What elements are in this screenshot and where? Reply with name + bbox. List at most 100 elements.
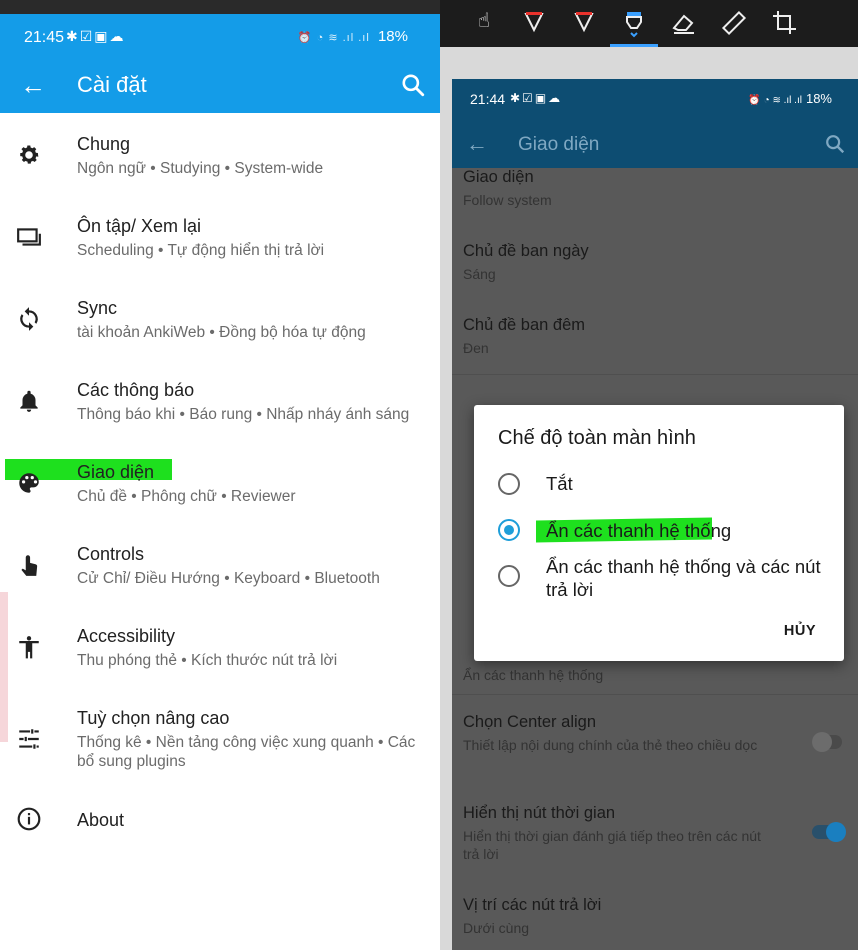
item-title: About (77, 810, 125, 830)
back-arrow-icon[interactable]: ← (20, 72, 48, 100)
app-bar: ← Cài đặt (0, 60, 440, 113)
item-subtitle: Chủ đề • Phông chữ • Reviewer (77, 488, 296, 505)
hand-touch-icon[interactable]: ☝ (470, 8, 498, 38)
radio-button[interactable] (498, 565, 520, 587)
show-timer-toggle[interactable] (812, 822, 846, 842)
page-title: Cài đặt (77, 72, 147, 97)
settings-item-review[interactable]: Ôn tập/ Xem lại Scheduling • Tự động hiể… (0, 210, 440, 292)
bell-icon (20, 390, 38, 412)
pref-title: Hiển thị nút thời gian (463, 804, 616, 822)
gear-icon (20, 145, 39, 164)
item-subtitle: tài khoản AnkiWeb • Đồng bộ hóa tự động (77, 324, 366, 341)
option-hide-system-and-answer[interactable]: Ẩn các thanh hệ thống và các nút trả lời (498, 555, 828, 605)
eraser-icon[interactable] (670, 8, 698, 38)
signal-icon: ⏰ ◔ ≋ .ıl .ıl (748, 95, 802, 106)
pen-red-icon[interactable] (520, 8, 548, 38)
item-title: Các thông báo (77, 380, 195, 400)
pref-summary: Đen (463, 340, 489, 356)
battery-label: 18% (377, 28, 408, 45)
screenshot-editor: ☝ 21:44 ✱☑▣☁ ⏰ ◔ ≋ .ıl .ıl 18% ← Giao diệ… (440, 0, 858, 950)
battery-label: 18% (805, 91, 832, 106)
item-subtitle: Cử Chỉ/ Điều Hướng • Keyboard • Bluetoot… (77, 570, 380, 587)
signal-icon: ⏰ ◔ ≋ .ıl .ıl (297, 32, 370, 44)
option-off[interactable]: Tắt (498, 471, 828, 497)
back-arrow-icon[interactable]: ← (466, 131, 488, 157)
option-label: Ẩn các thanh hệ thống và các nút trả lời (546, 556, 821, 600)
active-tool-indicator (610, 44, 658, 47)
pref-summary: Ẩn các thanh hệ thống (463, 667, 604, 683)
editor-toolbar: ☝ (440, 0, 858, 47)
fullscreen-mode-dialog: Chế độ toàn màn hình Tắt Ẩn các thanh hệ… (474, 405, 844, 661)
status-right: ⏰ ◔ ≋ .ıl .ıl 18% (748, 91, 832, 106)
settings-item-about[interactable]: About (0, 800, 440, 840)
notification-icons: ✱☑▣☁ (66, 28, 126, 44)
accessibility-icon (19, 636, 39, 659)
palette-icon (19, 473, 39, 493)
search-icon[interactable] (824, 133, 846, 155)
item-subtitle: Ngôn ngữ • Studying • System-wide (77, 160, 324, 177)
status-time: 21:44 (470, 91, 506, 107)
status-time: 21:45 (24, 29, 65, 46)
settings-item-sync[interactable]: Sync tài khoản AnkiWeb • Đồng bộ hóa tự … (0, 292, 440, 374)
right-phone-screen: 21:44 ✱☑▣☁ ⏰ ◔ ≋ .ıl .ıl 18% ← Giao diện … (452, 79, 858, 950)
pref-night-theme[interactable]: Chủ đề ban đêm Đen (463, 316, 843, 357)
pref-summary: Dưới cùng (463, 920, 530, 936)
item-title: Accessibility (77, 626, 176, 646)
toggle-knob (826, 822, 846, 842)
crop-icon[interactable] (770, 8, 798, 38)
item-title: Chung (77, 134, 131, 154)
pref-theme[interactable]: Giao diện Follow system (463, 168, 843, 209)
pen-red-2-icon[interactable] (570, 8, 598, 38)
option-label: Tắt (546, 473, 573, 494)
touch-icon (21, 555, 38, 576)
pref-title: Giao diện (463, 168, 534, 186)
item-title: Sync (77, 298, 118, 318)
settings-item-controls[interactable]: Controls Cử Chỉ/ Điều Hướng • Keyboard •… (0, 538, 440, 620)
item-title: Controls (77, 544, 145, 564)
item-title: Tuỳ chọn nâng cao (77, 708, 230, 728)
pref-show-timer[interactable]: Hiển thị nút thời gian Hiển thị thời gia… (463, 804, 843, 863)
pref-summary: Sáng (463, 266, 496, 282)
settings-item-accessibility[interactable]: Accessibility Thu phóng thẻ • Kích thước… (0, 620, 440, 702)
divider (452, 694, 858, 695)
item-title: Giao diện (77, 462, 155, 482)
item-subtitle: Scheduling • Tự động hiển thị trả lời (77, 242, 325, 259)
item-subtitle: Thống kê • Nền tảng công việc xung quanh… (77, 734, 416, 770)
sync-icon (20, 307, 38, 331)
notification-icons: ✱☑▣☁ (510, 91, 563, 105)
status-bar: 21:44 ✱☑▣☁ ⏰ ◔ ≋ .ıl .ıl 18% (452, 79, 858, 123)
pref-center-align[interactable]: Chọn Center align Thiết lập nội dung chí… (463, 713, 843, 754)
option-label: Ẩn các thanh hệ thống (546, 520, 732, 541)
center-align-toggle[interactable] (812, 732, 842, 752)
settings-item-general[interactable]: Chung Ngôn ngữ • Studying • System-wide (0, 128, 440, 210)
pref-summary: Thiết lập nội dung chính của thẻ theo ch… (463, 737, 758, 753)
item-subtitle: Thông báo khi • Báo rung • Nhấp nháy ánh… (77, 406, 410, 423)
ruler-icon[interactable] (720, 8, 748, 38)
pref-title: Vị trí các nút trả lời (463, 896, 602, 914)
pref-fullscreen-summary[interactable]: Ẩn các thanh hệ thống (463, 662, 843, 684)
radio-button[interactable] (498, 473, 520, 495)
pref-title: Chủ đề ban ngày (463, 242, 589, 260)
cancel-button[interactable]: HỦY (784, 623, 816, 639)
pref-answer-buttons-position[interactable]: Vị trí các nút trả lời Dưới cùng (463, 896, 843, 937)
app-bar: ← Giao diện (452, 123, 858, 168)
cards-icon (17, 228, 41, 246)
item-subtitle: Thu phóng thẻ • Kích thước nút trả lời (77, 652, 338, 669)
highlighter-icon[interactable] (620, 8, 648, 38)
settings-item-notifications[interactable]: Các thông báo Thông báo khi • Báo rung •… (0, 374, 440, 456)
search-icon[interactable] (400, 72, 426, 98)
radio-button-selected[interactable] (498, 519, 520, 541)
divider (452, 374, 858, 375)
option-hide-system-bars[interactable]: Ẩn các thanh hệ thống (498, 517, 828, 543)
pref-summary: Hiển thị thời gian đánh giá tiếp theo tr… (463, 828, 761, 862)
settings-item-advanced[interactable]: Tuỳ chọn nâng cao Thống kê • Nền tảng cô… (0, 702, 440, 792)
sliders-icon (19, 729, 39, 749)
pref-summary: Follow system (463, 192, 552, 208)
pref-day-theme[interactable]: Chủ đề ban ngày Sáng (463, 242, 843, 283)
info-icon (17, 807, 41, 831)
settings-item-appearance[interactable]: Giao diện Chủ đề • Phông chữ • Reviewer (0, 456, 440, 538)
item-title: Ôn tập/ Xem lại (77, 216, 202, 236)
dialog-title: Chế độ toàn màn hình (498, 427, 696, 449)
status-bar: 21:45 ✱☑▣☁ ⏰ ◔ ≋ .ıl .ıl 18% (0, 14, 440, 60)
page-title: Giao diện (518, 134, 600, 155)
